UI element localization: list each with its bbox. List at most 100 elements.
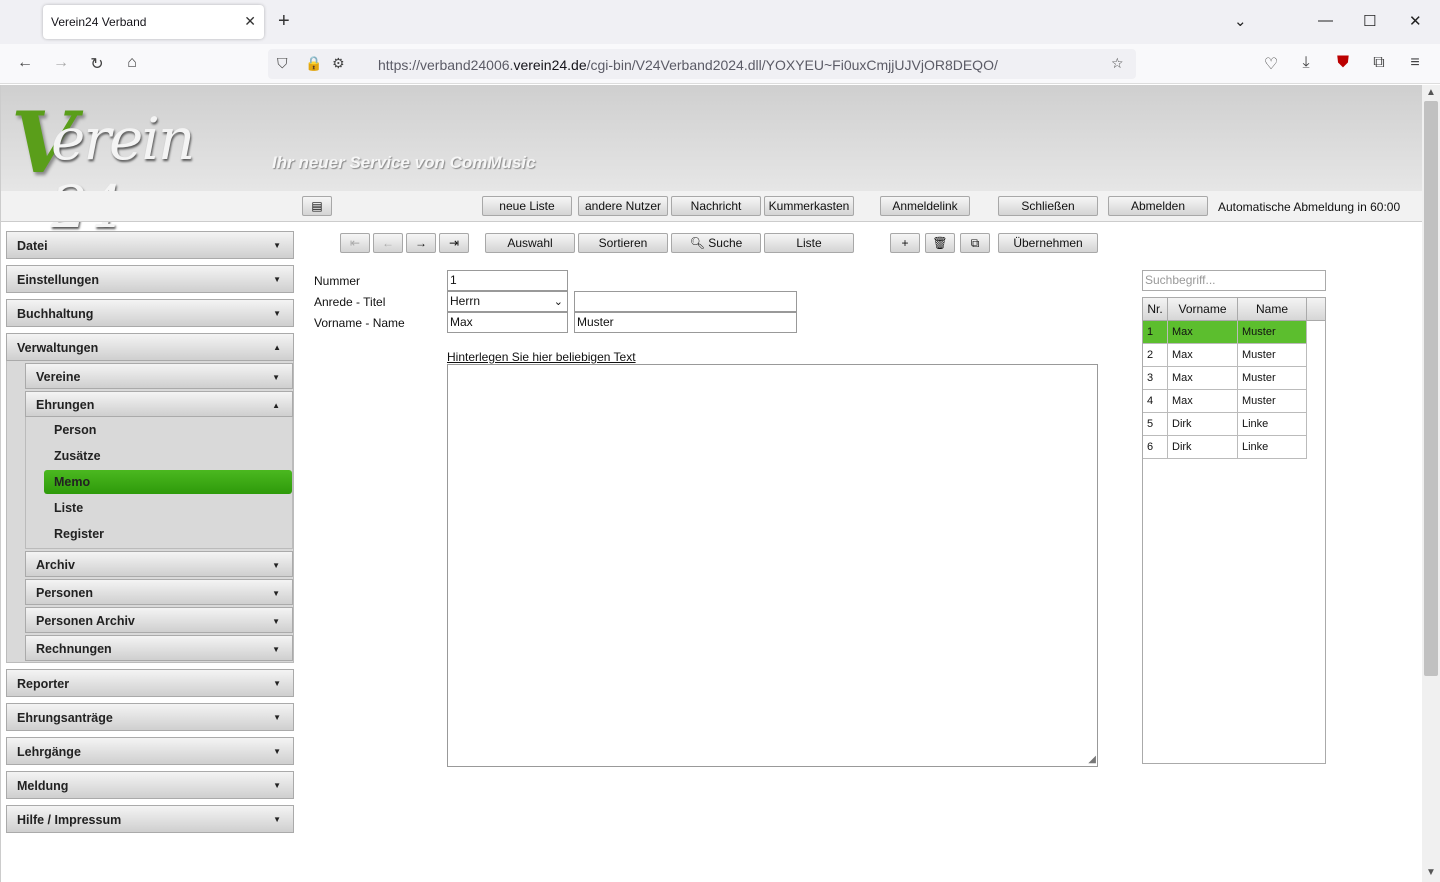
- menu-label: Memo: [54, 475, 91, 489]
- anrede-select[interactable]: Herrn ⌄: [447, 291, 568, 312]
- menu-einstellungen[interactable]: Einstellungen ▼: [6, 265, 294, 293]
- menu-liste[interactable]: Liste: [44, 496, 292, 520]
- maximize-icon[interactable]: ☐: [1363, 12, 1376, 30]
- cell-nr: 1: [1143, 321, 1168, 344]
- home-icon[interactable]: ⌂: [122, 54, 142, 72]
- nummer-input[interactable]: 1: [447, 270, 568, 291]
- menu-verwaltungen[interactable]: Verwaltungen ▲: [6, 333, 294, 361]
- menu-vereine[interactable]: Vereine ▼: [25, 363, 293, 389]
- trash-icon: 🗑︎: [932, 236, 948, 250]
- scroll-up-icon[interactable]: ▲: [1426, 87, 1436, 98]
- pocket-icon[interactable]: ♡: [1261, 54, 1281, 74]
- schliessen-button[interactable]: Schließen: [998, 196, 1098, 216]
- menu-personen-archiv[interactable]: Personen Archiv ▼: [25, 607, 293, 633]
- menu-datei[interactable]: Datei ▼: [6, 231, 294, 259]
- scroll-down-icon[interactable]: ▼: [1426, 867, 1436, 878]
- menu-memo[interactable]: Memo: [44, 470, 292, 494]
- auswahl-button[interactable]: Auswahl: [485, 233, 575, 253]
- permissions-icon[interactable]: ⚙: [332, 55, 345, 72]
- list-search-input[interactable]: Suchbegriff...: [1142, 270, 1326, 291]
- menu-meldung[interactable]: Meldung ▼: [6, 771, 294, 799]
- delete-record-button[interactable]: 🗑︎: [925, 233, 955, 253]
- menu-buchhaltung[interactable]: Buchhaltung ▼: [6, 299, 294, 327]
- cell-name: Muster: [1238, 390, 1307, 413]
- menu-zusaetze[interactable]: Zusätze: [44, 444, 292, 468]
- lock-icon[interactable]: 🔒: [305, 55, 322, 72]
- cell-name: Linke: [1238, 436, 1307, 459]
- liste-button[interactable]: Liste: [764, 233, 854, 253]
- col-header-nr[interactable]: Nr.: [1143, 298, 1168, 321]
- menu-label: Personen Archiv: [36, 614, 135, 628]
- nachname-input[interactable]: Muster: [574, 312, 797, 333]
- sortieren-button[interactable]: Sortieren: [578, 233, 668, 253]
- close-tab-icon[interactable]: ✕: [244, 13, 256, 30]
- list-icon: ▤: [311, 199, 323, 213]
- menu-lehrgaenge[interactable]: Lehrgänge ▼: [6, 737, 294, 765]
- last-record-button[interactable]: ⇥: [439, 233, 469, 253]
- menu-personen[interactable]: Personen ▼: [25, 579, 293, 605]
- memo-textarea[interactable]: ◢: [447, 364, 1098, 767]
- back-icon[interactable]: ←: [15, 54, 35, 72]
- app-header: V erein 24 Ihr neuer Service von ComMusi…: [1, 85, 1423, 241]
- url-bar[interactable]: ⛉ 🔒 ⚙ https://verband24006.verein24.de/c…: [268, 49, 1136, 79]
- copy-record-button[interactable]: ⧉: [960, 233, 990, 253]
- menu-register[interactable]: Register: [44, 522, 292, 546]
- resize-handle-icon[interactable]: ◢: [1088, 754, 1096, 765]
- menu-archiv[interactable]: Archiv ▼: [25, 551, 293, 577]
- anmeldelink-button[interactable]: Anmeldelink: [880, 196, 970, 216]
- kummerkasten-button[interactable]: Kummerkasten: [764, 196, 854, 216]
- menu-hilfe[interactable]: Hilfe / Impressum ▼: [6, 805, 294, 833]
- menu-label: Personen: [36, 586, 93, 600]
- neue-liste-button[interactable]: neue Liste: [482, 196, 572, 216]
- cell-nr: 2: [1143, 344, 1168, 367]
- col-header-vorname[interactable]: Vorname: [1168, 298, 1238, 321]
- url-text[interactable]: https://verband24006.verein24.de/cgi-bin…: [378, 57, 998, 73]
- menu-rechnungen[interactable]: Rechnungen ▼: [25, 635, 293, 661]
- top-toolbar: ▤ neue Liste andere Nutzer Nachricht Kum…: [1, 191, 1423, 222]
- menu-reporter[interactable]: Reporter ▼: [6, 669, 294, 697]
- tab-title: Verein24 Verband: [51, 15, 147, 29]
- new-tab-icon[interactable]: +: [278, 10, 290, 32]
- vorname-input[interactable]: Max: [447, 312, 568, 333]
- sidebar-toggle-button[interactable]: ▤: [302, 196, 332, 216]
- first-icon: ⇤: [349, 236, 361, 250]
- andere-nutzer-button[interactable]: andere Nutzer: [578, 196, 668, 216]
- page-scrollbar[interactable]: ▲ ▼: [1422, 85, 1440, 882]
- cell-vorname: Max: [1168, 367, 1238, 390]
- menu-person[interactable]: Person: [44, 418, 292, 442]
- bookmark-star-icon[interactable]: ☆: [1111, 55, 1124, 72]
- titel-input[interactable]: [574, 291, 797, 312]
- window-close-icon[interactable]: ✕: [1409, 12, 1422, 30]
- menu-label: Register: [54, 527, 105, 541]
- uebernehmen-button[interactable]: Übernehmen: [998, 233, 1098, 253]
- menu-ehrungen[interactable]: Ehrungen ▲: [25, 391, 293, 417]
- tab-list-icon[interactable]: ⌄: [1234, 12, 1247, 30]
- url-path: /cgi-bin/V24Verband2024.dll/YOXYEU~Fi0ux…: [586, 57, 998, 73]
- chevron-down-icon: ▼: [273, 713, 281, 722]
- menu-ehrungsantraege[interactable]: Ehrungsanträge ▼: [6, 703, 294, 731]
- nachricht-button[interactable]: Nachricht: [671, 196, 761, 216]
- reload-icon[interactable]: ↻: [87, 54, 107, 74]
- browser-tab[interactable]: Verein24 Verband ✕: [43, 5, 264, 39]
- chevron-down-icon: ▼: [273, 679, 281, 688]
- cell-name: Muster: [1238, 344, 1307, 367]
- chevron-down-icon: ▼: [273, 309, 281, 318]
- prev-record-button[interactable]: ←: [373, 233, 403, 253]
- minimize-icon[interactable]: —: [1318, 12, 1333, 29]
- menu-label: Reporter: [17, 677, 70, 691]
- suche-button[interactable]: 🔍︎ Suche: [671, 233, 761, 253]
- download-icon[interactable]: ⤓: [1296, 54, 1316, 72]
- next-record-button[interactable]: →: [406, 233, 436, 253]
- ublock-icon[interactable]: ⛊: [1333, 54, 1353, 72]
- forward-icon[interactable]: →: [51, 54, 71, 72]
- shield-icon[interactable]: ⛉: [277, 55, 288, 72]
- abmelden-button[interactable]: Abmelden: [1108, 196, 1208, 216]
- col-header-name[interactable]: Name: [1238, 298, 1307, 321]
- scroll-thumb[interactable]: [1424, 101, 1438, 676]
- menu-icon[interactable]: ≡: [1405, 54, 1425, 72]
- cell-nr: 4: [1143, 390, 1168, 413]
- extensions-icon[interactable]: ⧉: [1369, 54, 1389, 72]
- menu-label: Meldung: [17, 779, 69, 793]
- add-record-button[interactable]: +: [890, 233, 920, 253]
- first-record-button[interactable]: ⇤: [340, 233, 370, 253]
